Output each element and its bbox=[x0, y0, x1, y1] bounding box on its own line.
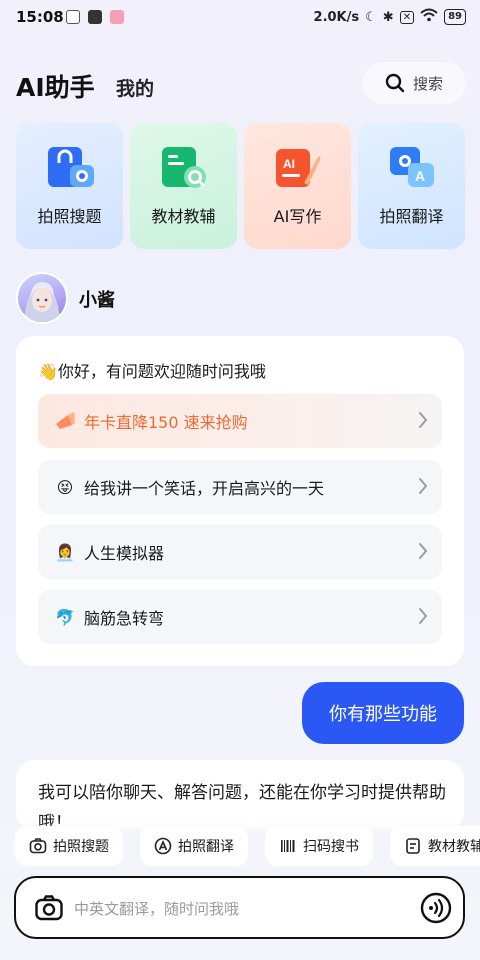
ai-writing-icon: AI bbox=[276, 149, 321, 187]
net-speed: 2.0K/s bbox=[313, 9, 360, 25]
translate-icon bbox=[154, 837, 172, 855]
page-title: AI助手 bbox=[16, 73, 95, 102]
greeting-text: 👋你好，有问题欢迎随时问我哦 bbox=[38, 362, 266, 381]
suggestion-brain-teaser[interactable]: 🐬 脑筋急转弯 bbox=[38, 590, 442, 644]
avatar[interactable] bbox=[16, 272, 68, 324]
grin-emoji-icon: 😝 bbox=[56, 477, 74, 497]
chevron-right-icon bbox=[419, 608, 428, 624]
tab-mine[interactable]: 我的 bbox=[116, 74, 154, 101]
chat-input-field[interactable]: 中英文翻译，随时问我哦 bbox=[74, 898, 239, 919]
suggestion-label: 给我讲一个笑话，开启高兴的一天 bbox=[84, 479, 325, 498]
person-emoji-icon: 👩‍💼 bbox=[55, 542, 75, 562]
camera-translate-icon: A bbox=[390, 147, 434, 187]
feature-card-photo-translate[interactable]: A 拍照翻译 bbox=[358, 123, 465, 249]
feature-card-photo-search[interactable]: 拍照搜题 bbox=[16, 123, 123, 249]
book-icon bbox=[406, 838, 420, 854]
feature-card-label: AI写作 bbox=[273, 207, 322, 226]
feature-card-textbook[interactable]: 教材教辅 bbox=[130, 123, 237, 249]
suggestion-life-simulator[interactable]: 👩‍💼 人生模拟器 bbox=[38, 525, 442, 579]
status-right: 2.0K/s ☾ ✱ ✕ 89 bbox=[314, 8, 466, 26]
mute-icon: ✕ bbox=[399, 10, 415, 24]
chevron-right-icon bbox=[419, 478, 428, 494]
promo-annual-card[interactable]: 年卡直降150 速来抢购 bbox=[38, 394, 442, 448]
textbook-icon bbox=[162, 147, 206, 188]
camera-search-icon bbox=[48, 147, 94, 187]
shortcut-photo-search[interactable]: 拍照搜题 bbox=[15, 826, 123, 866]
status-bar: 15:08 2.0K/s ☾ ✱ ✕ 89 bbox=[0, 0, 480, 34]
battery-icon: 89 bbox=[444, 9, 466, 25]
status-time: 15:08 bbox=[16, 8, 64, 26]
camera-icon bbox=[29, 838, 47, 854]
wifi-icon bbox=[420, 8, 438, 26]
feature-card-label: 教材教辅 bbox=[151, 207, 216, 226]
bot-name: 小酱 bbox=[79, 290, 115, 311]
app-notification-icon bbox=[110, 10, 124, 24]
shortcut-photo-translate[interactable]: 拍照翻译 bbox=[140, 826, 248, 866]
suggestion-label: 人生模拟器 bbox=[84, 544, 165, 563]
search-icon bbox=[385, 73, 405, 93]
app-notification-icon bbox=[66, 10, 80, 24]
search-label: 搜索 bbox=[413, 74, 444, 93]
svg-text:AI: AI bbox=[283, 157, 295, 171]
shortcut-label: 拍照搜题 bbox=[53, 839, 109, 855]
app-notification-icon bbox=[88, 10, 102, 24]
chevron-right-icon bbox=[419, 412, 428, 428]
feature-card-label: 拍照翻译 bbox=[379, 207, 444, 226]
voice-icon[interactable] bbox=[420, 892, 452, 924]
user-message-bubble: 你有那些功能 bbox=[302, 682, 464, 744]
search-button[interactable]: 搜索 bbox=[363, 62, 466, 104]
megaphone-icon bbox=[54, 410, 76, 432]
dolphin-emoji-icon: 🐬 bbox=[55, 607, 75, 627]
camera-icon[interactable] bbox=[34, 893, 64, 923]
suggestion-label: 脑筋急转弯 bbox=[84, 609, 165, 628]
moon-icon: ☾ bbox=[365, 9, 377, 25]
shortcut-label: 拍照翻译 bbox=[178, 839, 234, 855]
barcode-icon bbox=[281, 840, 295, 852]
suggestion-joke[interactable]: 😝 给我讲一个笑话，开启高兴的一天 bbox=[38, 460, 442, 514]
shortcut-label: 扫码搜书 bbox=[303, 839, 359, 855]
chevron-right-icon bbox=[419, 543, 428, 559]
feature-card-ai-writing[interactable]: AI AI写作 bbox=[244, 123, 351, 249]
shortcut-scan-book[interactable]: 扫码搜书 bbox=[265, 826, 373, 866]
bot-reply-card: 我可以陪你聊天、解答问题，还能在你学习时提供帮助哦！ bbox=[16, 760, 464, 830]
bluetooth-icon: ✱ bbox=[382, 9, 394, 25]
shortcut-textbook[interactable]: 教材教辅 bbox=[390, 826, 480, 866]
promo-label: 年卡直降150 速来抢购 bbox=[84, 413, 248, 432]
svg-text:A: A bbox=[415, 168, 425, 184]
shortcut-label: 教材教辅 bbox=[428, 839, 480, 855]
feature-card-label: 拍照搜题 bbox=[37, 207, 102, 226]
